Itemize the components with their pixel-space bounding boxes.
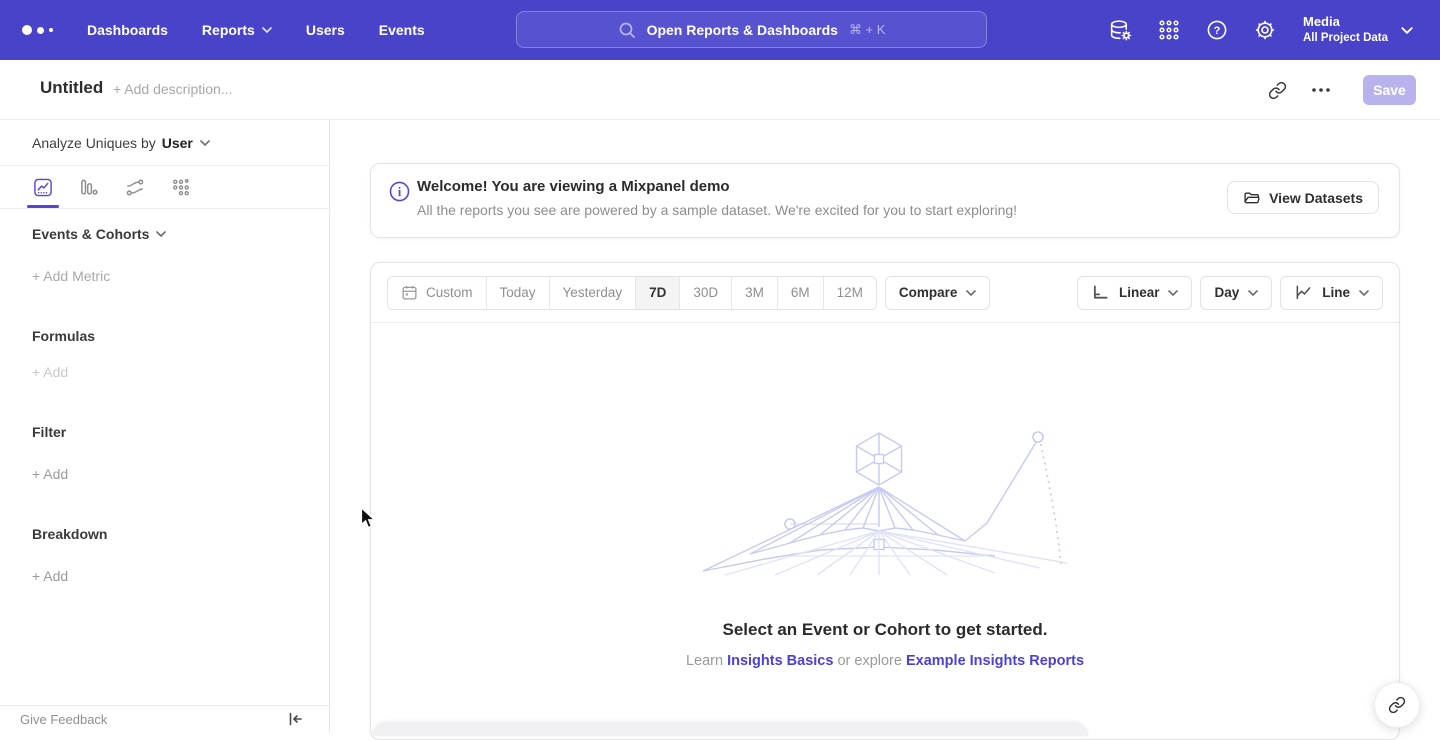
flows-icon: [125, 177, 145, 198]
empty-state-title: Select an Event or Cohort to get started…: [371, 620, 1399, 640]
data-management-icon[interactable]: [1108, 18, 1133, 43]
save-button[interactable]: Save: [1363, 75, 1416, 105]
range-today[interactable]: Today: [487, 277, 550, 309]
calendar-icon: [401, 284, 418, 301]
range-custom[interactable]: Custom: [388, 277, 487, 309]
compare-dropdown[interactable]: Compare: [885, 276, 991, 310]
chevron-down-icon: [262, 27, 272, 33]
chevron-down-icon: [1401, 27, 1413, 34]
search-placeholder: Open Reports & Dashboards: [647, 22, 838, 38]
empty-state-illustration: [695, 423, 1075, 578]
events-cohorts-header[interactable]: Events & Cohorts: [32, 226, 166, 242]
more-ellipsis-icon[interactable]: [1312, 88, 1330, 92]
report-description-placeholder[interactable]: + Add description...: [113, 81, 232, 97]
range-3m[interactable]: 3M: [732, 277, 778, 309]
chart-controls: Custom Today Yesterday 7D 30D 3M 6M 12M …: [371, 263, 1399, 323]
settings-gear-icon[interactable]: [1253, 18, 1277, 42]
insights-report-card: Custom Today Yesterday 7D 30D 3M 6M 12M …: [370, 262, 1400, 740]
share-link-fab[interactable]: [1374, 682, 1420, 728]
analyze-by-value: User: [162, 135, 193, 151]
add-formula-button[interactable]: + Add: [32, 364, 68, 380]
info-icon: i: [389, 181, 410, 202]
chevron-down-icon: [1168, 290, 1178, 296]
nav-item-reports[interactable]: Reports: [202, 22, 272, 38]
empty-state-subtitle: Learn Insights Basics or explore Example…: [371, 653, 1399, 669]
nav-item-users[interactable]: Users: [306, 22, 345, 38]
chevron-down-icon: [1248, 290, 1258, 296]
chevron-down-icon: [156, 231, 166, 237]
chevron-down-icon: [966, 290, 976, 296]
linear-axis-icon: [1091, 284, 1110, 301]
chart-display-controls: Linear Day Line: [1077, 276, 1383, 310]
copy-link-icon[interactable]: [1268, 81, 1287, 100]
range-7d[interactable]: 7D: [636, 277, 680, 309]
nav-right-cluster: ? Media All Project Data: [1108, 0, 1413, 60]
add-filter-button[interactable]: + Add: [32, 466, 68, 482]
date-range-segmented-control: Custom Today Yesterday 7D 30D 3M 6M 12M: [387, 276, 877, 310]
scale-dropdown[interactable]: Linear: [1077, 276, 1193, 310]
add-metric-button[interactable]: + Add Metric: [32, 268, 110, 284]
tab-funnels[interactable]: [79, 166, 99, 208]
tab-retention[interactable]: [171, 166, 191, 208]
insights-basics-link[interactable]: Insights Basics: [727, 653, 833, 669]
analyze-by-dropdown[interactable]: Analyze Uniques by User: [0, 120, 329, 166]
query-builder-sidebar: Analyze Uniques by User: [0, 120, 330, 732]
project-scope: All Project Data: [1303, 31, 1388, 47]
insights-chart-icon: [33, 177, 53, 198]
line-chart-icon: [1294, 284, 1313, 301]
link-icon: [1388, 696, 1406, 714]
range-30d[interactable]: 30D: [680, 277, 732, 309]
chart-type-dropdown[interactable]: Line: [1280, 276, 1383, 310]
search-icon: [618, 21, 636, 39]
svg-text:i: i: [398, 185, 402, 199]
funnels-bars-icon: [79, 177, 99, 198]
collapse-sidebar-icon[interactable]: [288, 712, 303, 726]
banner-message: All the reports you see are powered by a…: [417, 202, 1017, 218]
global-search[interactable]: Open Reports & Dashboards ⌘ + K: [516, 11, 987, 48]
project-name: Media: [1303, 13, 1388, 31]
primary-nav: Dashboards Reports Users Events: [87, 22, 425, 38]
report-type-tabs: [0, 166, 329, 209]
range-6m[interactable]: 6M: [778, 277, 824, 309]
formulas-header: Formulas: [32, 328, 95, 344]
svg-text:?: ?: [1214, 25, 1221, 37]
top-nav: Dashboards Reports Users Events Open Rep…: [0, 0, 1440, 60]
range-yesterday[interactable]: Yesterday: [550, 277, 637, 309]
breakdown-header: Breakdown: [32, 526, 107, 542]
tab-flows[interactable]: [125, 166, 145, 208]
report-title[interactable]: Untitled: [40, 78, 103, 98]
give-feedback-link[interactable]: Give Feedback: [20, 712, 107, 727]
empty-state: Select an Event or Cohort to get started…: [371, 423, 1399, 669]
search-shortcut: ⌘ + K: [849, 22, 886, 38]
add-breakdown-button[interactable]: + Add: [32, 568, 68, 584]
project-switcher[interactable]: Media All Project Data: [1303, 13, 1413, 46]
nav-item-events[interactable]: Events: [379, 22, 425, 38]
folder-icon: [1243, 190, 1260, 206]
demo-welcome-banner: i Welcome! You are viewing a Mixpanel de…: [370, 163, 1400, 238]
filter-header: Filter: [32, 424, 66, 440]
example-insights-reports-link[interactable]: Example Insights Reports: [906, 653, 1084, 669]
apps-grid-icon[interactable]: [1157, 18, 1181, 42]
nav-item-dashboards[interactable]: Dashboards: [87, 22, 168, 38]
banner-title: Welcome! You are viewing a Mixpanel demo: [417, 178, 730, 195]
sidebar-footer: Give Feedback: [0, 705, 329, 732]
report-actions: Save: [1268, 60, 1416, 120]
range-12m[interactable]: 12M: [824, 277, 876, 309]
help-icon[interactable]: ?: [1205, 18, 1229, 42]
view-datasets-button[interactable]: View Datasets: [1227, 181, 1379, 214]
report-header: Untitled + Add description... Save: [0, 60, 1440, 120]
chevron-down-icon: [200, 140, 210, 146]
interval-dropdown[interactable]: Day: [1200, 276, 1272, 310]
mixpanel-logo[interactable]: [22, 25, 53, 35]
chevron-down-icon: [1359, 290, 1369, 296]
retention-dots-icon: [171, 177, 191, 198]
bottom-panel-peek[interactable]: [372, 722, 1088, 736]
tab-insights[interactable]: [33, 166, 53, 208]
